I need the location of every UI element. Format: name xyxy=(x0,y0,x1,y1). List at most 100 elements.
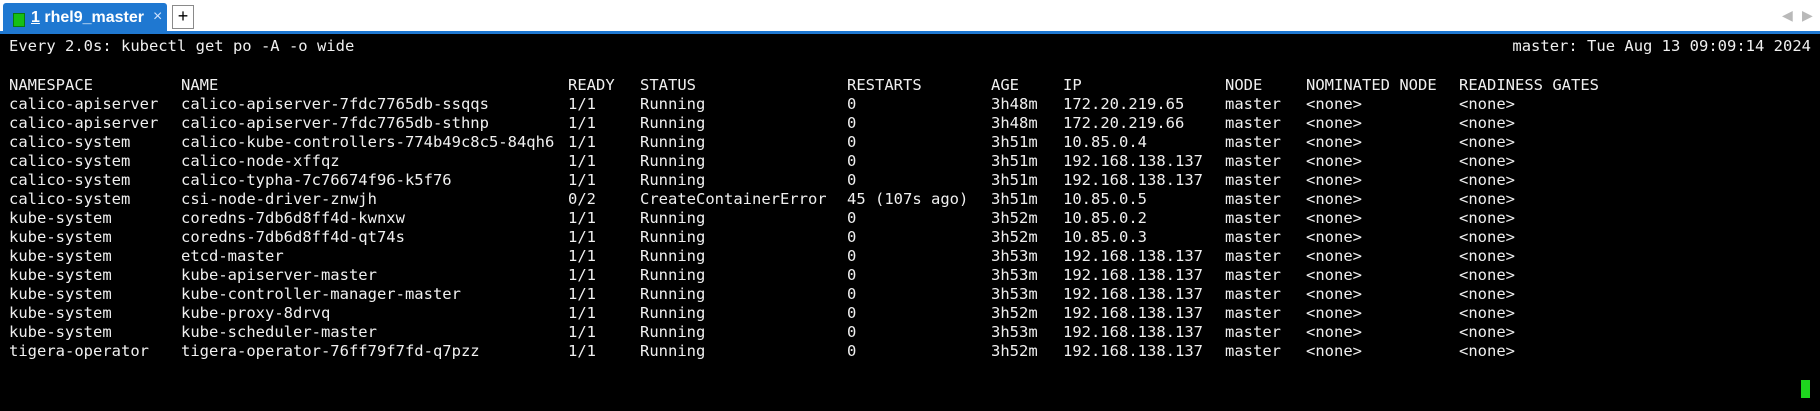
column-header-status: STATUS xyxy=(640,76,696,94)
cell-namespace: calico-system xyxy=(9,152,131,170)
cell-status: Running xyxy=(640,152,706,170)
cell-nominated-node: <none> xyxy=(1306,209,1362,227)
cell-nominated-node: <none> xyxy=(1306,95,1362,113)
cell-status: Running xyxy=(640,323,706,341)
cell-ip: 192.168.138.137 xyxy=(1063,342,1203,360)
column-header-ip: IP xyxy=(1063,76,1082,94)
cell-age: 3h51m xyxy=(991,152,1038,170)
cell-namespace: calico-apiserver xyxy=(9,95,159,113)
cell-ready: 0/2 xyxy=(568,190,596,208)
cell-node: master xyxy=(1225,152,1281,170)
cell-age: 3h53m xyxy=(991,323,1038,341)
tab-title: rhel9_master xyxy=(44,9,144,26)
cell-restarts: 0 xyxy=(847,171,857,189)
cell-nominated-node: <none> xyxy=(1306,304,1362,322)
add-tab-button[interactable]: + xyxy=(172,5,194,29)
tab-rhel9-master[interactable]: 1 rhel9_master × xyxy=(3,3,167,34)
cell-readiness-gates: <none> xyxy=(1459,247,1515,265)
cell-ready: 1/1 xyxy=(568,114,596,132)
cell-readiness-gates: <none> xyxy=(1459,190,1515,208)
column-header-node: NODE xyxy=(1225,76,1263,94)
cell-node: master xyxy=(1225,190,1281,208)
tab-bar: 1 rhel9_master × + ◀ ▶ xyxy=(0,0,1820,34)
cell-name: kube-controller-manager-master xyxy=(181,285,461,303)
cell-nominated-node: <none> xyxy=(1306,247,1362,265)
cell-ip: 192.168.138.137 xyxy=(1063,304,1203,322)
cell-ip: 192.168.138.137 xyxy=(1063,323,1203,341)
cell-namespace: tigera-operator xyxy=(9,342,149,360)
cell-status: Running xyxy=(640,247,706,265)
cell-ready: 1/1 xyxy=(568,323,596,341)
tab-label: 1 rhel9_master xyxy=(31,9,144,27)
cell-status: Running xyxy=(640,209,706,227)
cell-nominated-node: <none> xyxy=(1306,171,1362,189)
cell-restarts: 0 xyxy=(847,228,857,246)
cell-ready: 1/1 xyxy=(568,95,596,113)
session-status-icon xyxy=(13,13,25,27)
cell-name: coredns-7db6d8ff4d-qt74s xyxy=(181,228,405,246)
cell-nominated-node: <none> xyxy=(1306,323,1362,341)
cell-readiness-gates: <none> xyxy=(1459,171,1515,189)
cell-restarts: 0 xyxy=(847,247,857,265)
cell-readiness-gates: <none> xyxy=(1459,323,1515,341)
cell-restarts: 0 xyxy=(847,323,857,341)
cell-namespace: kube-system xyxy=(9,266,112,284)
cell-namespace: calico-system xyxy=(9,190,131,208)
cell-age: 3h53m xyxy=(991,266,1038,284)
cell-ip: 192.168.138.137 xyxy=(1063,285,1203,303)
cell-namespace: kube-system xyxy=(9,228,112,246)
scroll-tabs-right-icon[interactable]: ▶ xyxy=(1802,7,1813,24)
column-header-namespace: NAMESPACE xyxy=(9,76,93,94)
cell-age: 3h51m xyxy=(991,190,1038,208)
cell-status: CreateContainerError xyxy=(640,190,827,208)
cell-ready: 1/1 xyxy=(568,247,596,265)
cell-age: 3h52m xyxy=(991,304,1038,322)
cell-ready: 1/1 xyxy=(568,304,596,322)
cell-nominated-node: <none> xyxy=(1306,285,1362,303)
cell-readiness-gates: <none> xyxy=(1459,152,1515,170)
cell-readiness-gates: <none> xyxy=(1459,342,1515,360)
cell-age: 3h53m xyxy=(991,247,1038,265)
cell-readiness-gates: <none> xyxy=(1459,228,1515,246)
cell-ready: 1/1 xyxy=(568,228,596,246)
cell-namespace: kube-system xyxy=(9,304,112,322)
cell-node: master xyxy=(1225,209,1281,227)
cell-restarts: 45 (107s ago) xyxy=(847,190,969,208)
cell-status: Running xyxy=(640,95,706,113)
cell-restarts: 0 xyxy=(847,114,857,132)
cell-age: 3h53m xyxy=(991,285,1038,303)
cell-ip: 192.168.138.137 xyxy=(1063,266,1203,284)
cell-node: master xyxy=(1225,266,1281,284)
cell-ready: 1/1 xyxy=(568,342,596,360)
cell-ip: 192.168.138.137 xyxy=(1063,247,1203,265)
cell-namespace: kube-system xyxy=(9,209,112,227)
cell-ip: 10.85.0.2 xyxy=(1063,209,1147,227)
cell-status: Running xyxy=(640,133,706,151)
cell-age: 3h51m xyxy=(991,133,1038,151)
cell-ready: 1/1 xyxy=(568,266,596,284)
cell-status: Running xyxy=(640,342,706,360)
cell-nominated-node: <none> xyxy=(1306,266,1362,284)
cell-restarts: 0 xyxy=(847,342,857,360)
cell-node: master xyxy=(1225,304,1281,322)
watch-command: Every 2.0s: kubectl get po -A -o wide xyxy=(9,37,355,55)
terminal-output[interactable]: Every 2.0s: kubectl get po -A -o wide ma… xyxy=(0,34,1820,411)
column-header-restarts: RESTARTS xyxy=(847,76,922,94)
cell-restarts: 0 xyxy=(847,285,857,303)
cell-readiness-gates: <none> xyxy=(1459,114,1515,132)
cell-readiness-gates: <none> xyxy=(1459,304,1515,322)
cell-node: master xyxy=(1225,247,1281,265)
cell-nominated-node: <none> xyxy=(1306,342,1362,360)
cell-age: 3h52m xyxy=(991,228,1038,246)
cell-name: kube-apiserver-master xyxy=(181,266,377,284)
cell-nominated-node: <none> xyxy=(1306,190,1362,208)
cell-name: kube-scheduler-master xyxy=(181,323,377,341)
cell-namespace: kube-system xyxy=(9,247,112,265)
scroll-tabs-left-icon[interactable]: ◀ xyxy=(1782,7,1793,24)
cell-restarts: 0 xyxy=(847,95,857,113)
cell-name: csi-node-driver-znwjh xyxy=(181,190,377,208)
close-tab-icon[interactable]: × xyxy=(153,8,162,26)
cell-node: master xyxy=(1225,133,1281,151)
cell-age: 3h52m xyxy=(991,342,1038,360)
cell-age: 3h48m xyxy=(991,114,1038,132)
